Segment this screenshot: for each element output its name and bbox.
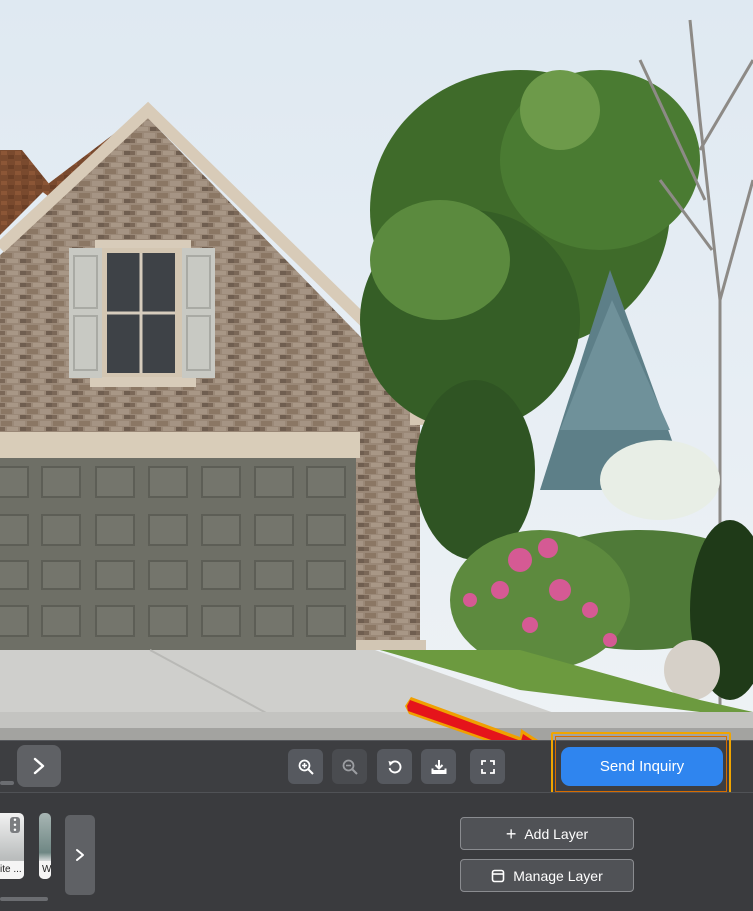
send-inquiry-button[interactable]: Send Inquiry [561, 747, 723, 786]
swatch-caption: W [39, 861, 51, 879]
download-button[interactable] [421, 749, 456, 784]
next-view-button[interactable] [17, 745, 61, 787]
chevron-right-icon [76, 849, 84, 861]
zoom-out-icon [342, 759, 358, 775]
house-rendering-image [0, 0, 753, 740]
plus-icon: + [505, 823, 517, 844]
fullscreen-button[interactable] [470, 749, 505, 784]
add-layer-label: Add Layer [524, 825, 589, 842]
design-canvas[interactable] [0, 0, 753, 740]
fullscreen-icon [480, 759, 495, 774]
manage-layer-label: Manage Layer [513, 867, 603, 884]
canvas-toolbar: Send Inquiry [0, 732, 753, 796]
reset-view-button[interactable] [377, 749, 412, 784]
layers-icon [491, 869, 505, 882]
zoom-in-button[interactable] [288, 749, 323, 784]
swatch-caption: ite ... [0, 861, 24, 879]
swatch-scrollbar[interactable] [0, 897, 48, 901]
app-window: Send Inquiry • • • ite ... W + Add Layer M… [0, 0, 753, 911]
manage-layer-button[interactable]: Manage Layer [460, 859, 634, 892]
download-icon [431, 759, 446, 774]
chevron-right-icon [33, 757, 45, 775]
material-swatch[interactable]: W [39, 813, 51, 879]
scrollbar-thumb[interactable] [0, 781, 14, 785]
material-swatch[interactable]: • • • ite ... [0, 813, 24, 879]
zoom-out-button[interactable] [332, 749, 367, 784]
more-options-icon[interactable]: • • • [10, 816, 20, 835]
add-layer-button[interactable]: + Add Layer [460, 817, 634, 850]
zoom-in-icon [298, 759, 314, 775]
reset-icon [388, 760, 401, 773]
material-panel: • • • ite ... W + Add Layer Manage Layer [0, 781, 753, 911]
swatch-next-button[interactable] [65, 815, 95, 895]
